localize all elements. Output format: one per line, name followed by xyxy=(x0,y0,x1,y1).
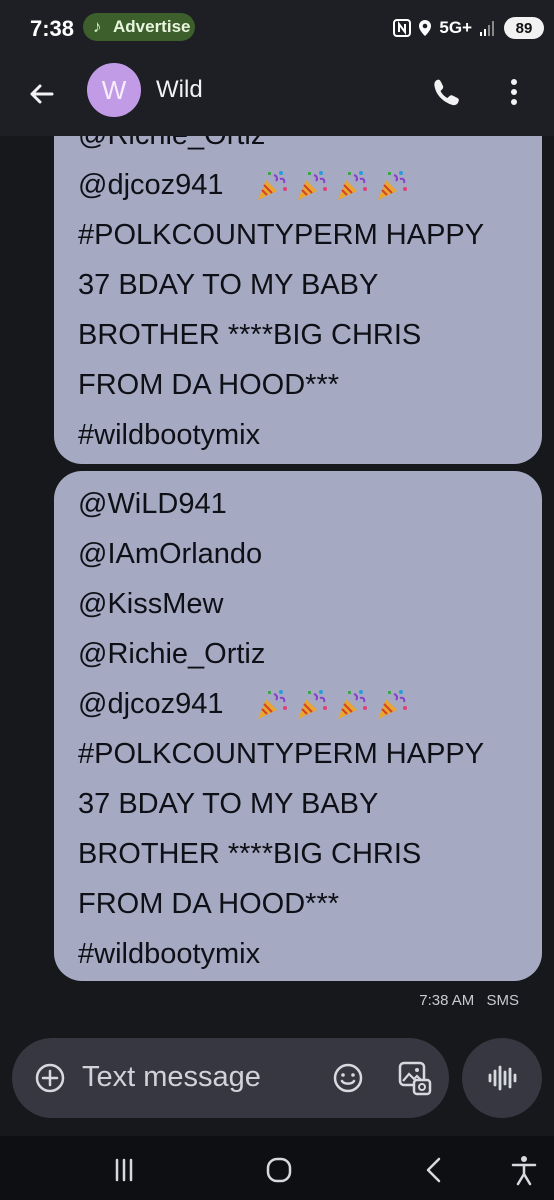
contact-name[interactable]: Wild xyxy=(156,76,203,104)
message-line-text: @djcoz941 xyxy=(78,169,224,201)
party-popper-icon xyxy=(257,690,287,720)
message-line: 37 BDAY TO MY BABY xyxy=(78,788,379,820)
message-thread[interactable]: @Richie_Ortiz @djcoz941 #POLKCOUNTYPERM … xyxy=(0,136,554,1016)
message-line: BROTHER ****BIG CHRIS xyxy=(78,319,422,351)
status-icons: 5G+ 89 xyxy=(393,14,544,42)
back-chevron-icon[interactable] xyxy=(414,1150,454,1190)
message-line: #POLKCOUNTYPERM HAPPY xyxy=(78,738,485,770)
party-popper-emojis xyxy=(254,169,408,203)
notification-chip[interactable]: ♪ Advertise xyxy=(83,13,195,41)
avatar-initial: W xyxy=(101,74,127,105)
message-line: BROTHER ****BIG CHRIS xyxy=(78,838,422,870)
message-line: 37 BDAY TO MY BABY xyxy=(78,269,379,301)
message-line: @djcoz941 xyxy=(78,160,542,210)
voice-wave-icon xyxy=(488,1065,517,1091)
composer-area: Text message xyxy=(0,1016,554,1136)
party-popper-icon xyxy=(377,171,407,201)
plus-circle-icon[interactable] xyxy=(30,1058,70,1098)
status-bar: 7:38 ♪ Advertise 5G+ 89 xyxy=(0,0,554,56)
voice-button[interactable] xyxy=(462,1038,542,1118)
message-meta: 7:38 AM SMS xyxy=(411,992,519,1009)
message-line: @WiLD941 xyxy=(78,488,227,520)
system-nav-bar xyxy=(0,1136,554,1200)
message-type: SMS xyxy=(486,992,519,1009)
message-line-text: @djcoz941 xyxy=(78,688,224,720)
message-line: @Richie_Ortiz xyxy=(78,136,542,160)
message-line: @Richie_Ortiz xyxy=(78,638,266,670)
message-line: @IAmOrlando xyxy=(78,538,263,570)
party-popper-icon xyxy=(257,171,287,201)
message-line: #POLKCOUNTYPERM HAPPY xyxy=(78,219,485,251)
party-popper-icon xyxy=(337,690,367,720)
nfc-icon xyxy=(393,19,412,37)
party-popper-emojis xyxy=(254,688,408,722)
location-icon xyxy=(419,20,432,36)
battery-level: 89 xyxy=(515,19,533,37)
message-bubble[interactable]: @Richie_Ortiz @djcoz941 #POLKCOUNTYPERM … xyxy=(54,136,542,464)
message-line: @djcoz941 xyxy=(78,679,542,729)
message-time: 7:38 AM xyxy=(419,992,475,1009)
arrow-left-icon[interactable] xyxy=(22,74,62,114)
text-message-input[interactable]: Text message xyxy=(82,1061,261,1094)
conversation-header: W Wild xyxy=(0,56,554,136)
message-line: #wildbootymix xyxy=(78,938,261,970)
avatar[interactable]: W xyxy=(87,63,141,117)
signal-icon xyxy=(480,21,494,36)
network-label: 5G+ xyxy=(439,18,472,37)
message-bubble[interactable]: @WiLD941 @IAmOrlando @KissMew @Richie_Or… xyxy=(54,471,542,981)
home-icon[interactable] xyxy=(259,1150,299,1190)
accessibility-icon[interactable] xyxy=(504,1150,544,1190)
message-line: #wildbootymix xyxy=(78,419,261,451)
message-line: FROM DA HOOD*** xyxy=(78,369,340,401)
party-popper-icon xyxy=(297,690,327,720)
more-vert-icon[interactable] xyxy=(496,72,532,112)
party-popper-icon xyxy=(377,690,407,720)
battery-indicator: 89 xyxy=(504,17,544,39)
recents-icon[interactable] xyxy=(104,1150,144,1190)
message-composer[interactable]: Text message xyxy=(12,1038,449,1118)
party-popper-icon xyxy=(297,171,327,201)
notification-chip-label: Advertise xyxy=(113,17,191,36)
smile-icon[interactable] xyxy=(328,1058,368,1098)
gallery-icon[interactable] xyxy=(392,1056,436,1100)
status-time: 7:38 xyxy=(30,16,75,41)
music-note-icon: ♪ xyxy=(93,17,102,36)
message-line: FROM DA HOOD*** xyxy=(78,888,340,920)
party-popper-icon xyxy=(337,171,367,201)
message-line: @KissMew xyxy=(78,588,224,620)
phone-icon[interactable] xyxy=(426,72,466,112)
